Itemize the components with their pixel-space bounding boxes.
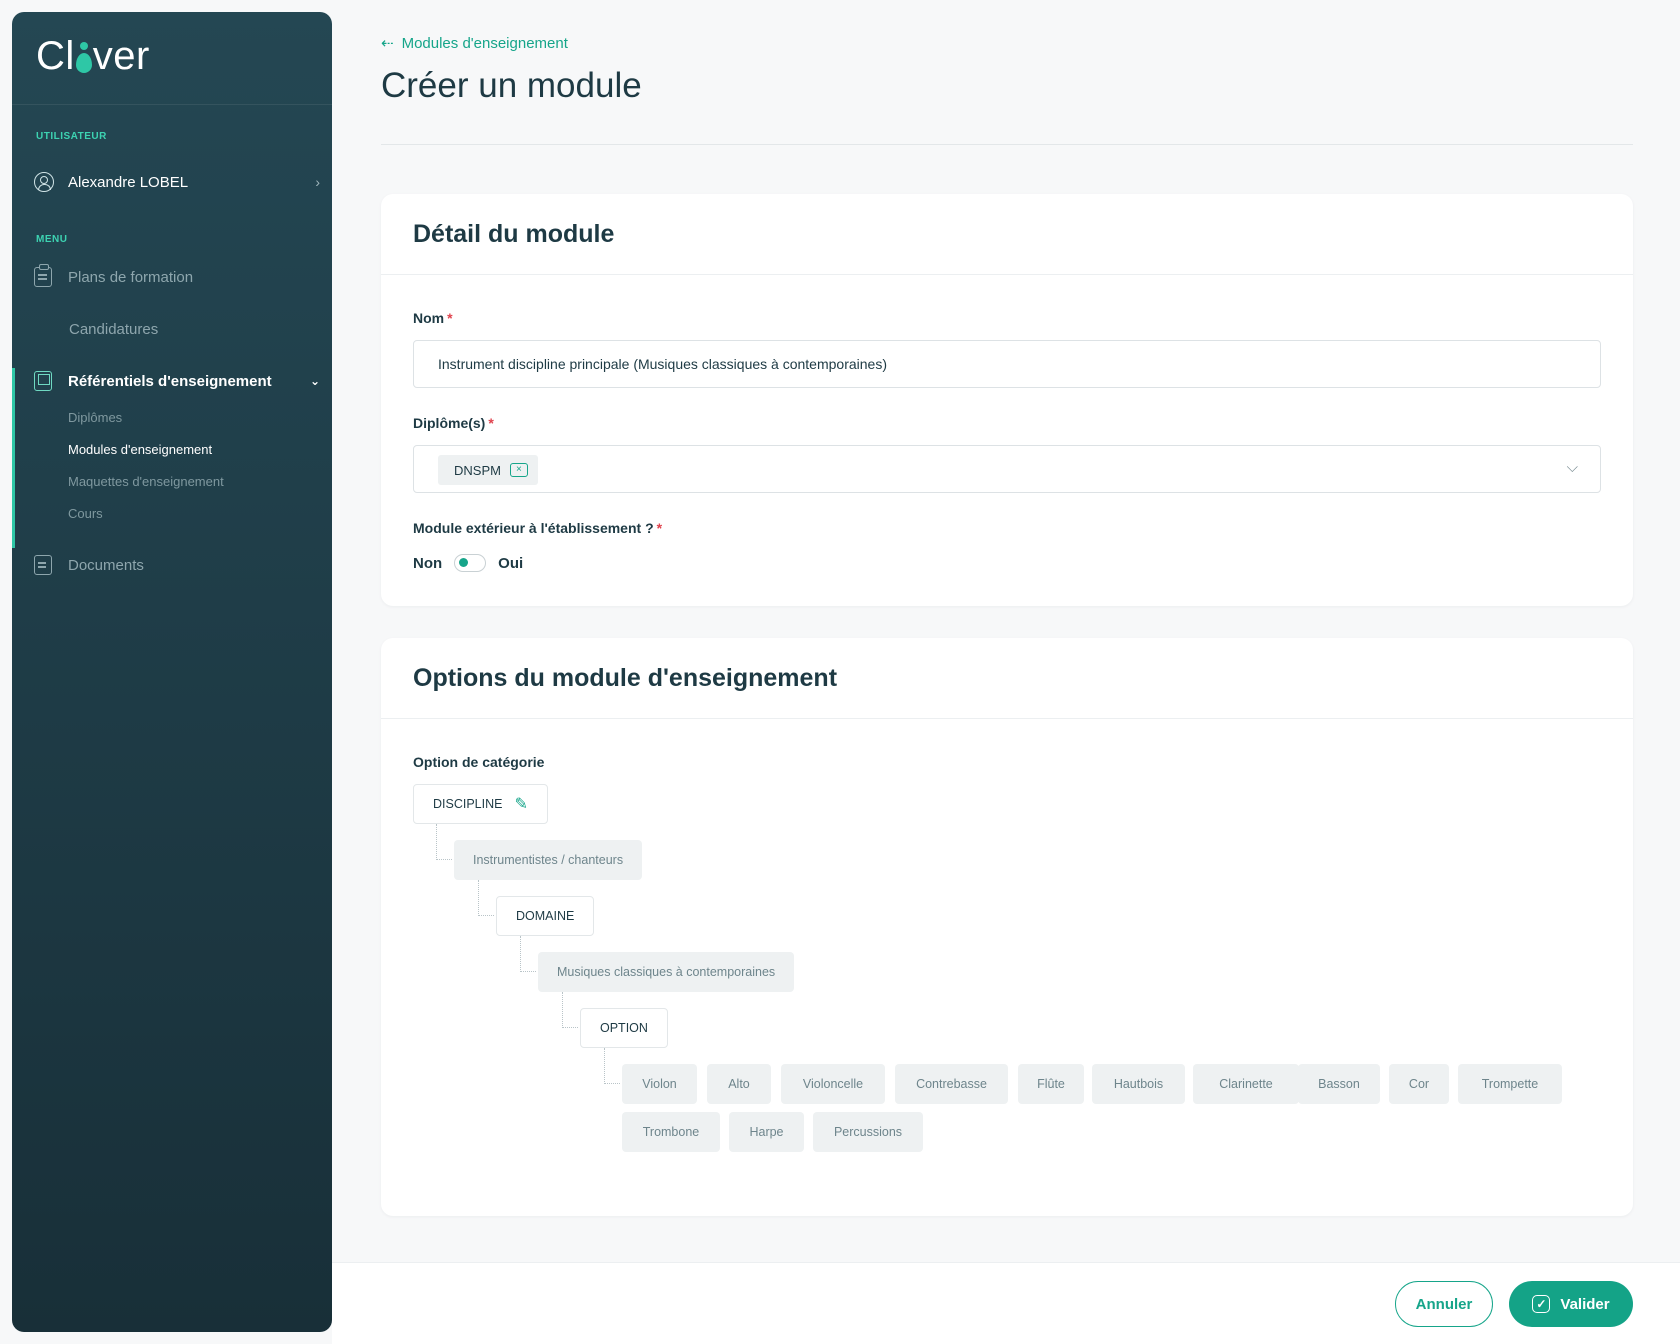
option-pill: Contrebasse [895,1064,1008,1104]
option-pill: Violoncelle [781,1064,885,1104]
user-profile-link[interactable]: Alexandre LOBEL › [34,164,320,200]
user-name: Alexandre LOBEL [68,173,189,191]
external-label-text: Module extérieur à l'établissement ? [413,520,654,536]
option-pill: Hautbois [1092,1064,1185,1104]
tree-node-label: DISCIPLINE [433,797,503,811]
tree-connector [520,936,536,972]
sidebar-item-documents[interactable]: Documents [34,545,320,585]
chevron-down-icon: ⌵ [1566,459,1578,476]
page-title: Créer un module [381,66,642,105]
logo-text-right: ver [92,34,150,78]
sidebar-subitem-cours[interactable]: Cours [68,506,103,521]
diplomas-select[interactable]: DNSPM × ⌵ [413,445,1601,493]
logo-divider [12,104,332,105]
name-label-text: Nom [413,310,445,326]
remove-chip-icon[interactable]: × [509,463,528,477]
required-mark: * [488,415,494,431]
check-icon: ✓ [1532,1295,1551,1313]
sidebar-item-candidatures[interactable]: Candidatures [34,309,320,349]
option-pill: Percussions [813,1112,923,1152]
toggle-off-label: Non [413,554,443,572]
sidebar-item-label: Documents [68,556,144,574]
chevron-right-icon: › [315,174,320,190]
validate-button[interactable]: ✓ Valider [1509,1281,1633,1327]
tree-node-discipline: DISCIPLINE ✎ [413,784,548,824]
sidebar-item-plans-de-formation[interactable]: Plans de formation [34,257,320,297]
back-arrow-icon: ⇠ [381,35,394,52]
name-input[interactable] [413,340,1601,388]
option-pill: Clarinette [1193,1064,1299,1104]
module-options-title: Options du module d'enseignement [413,664,838,692]
tree-node-domaine-value: Musiques classiques à contemporaines [538,952,795,992]
chevron-down-icon: ⌄ [309,374,320,388]
sidebar-item-label: Référentiels d'enseignement [68,372,272,390]
diplomas-label-text: Diplôme(s) [413,415,486,431]
logo-text-left: Cl [36,34,75,78]
required-mark: * [447,310,453,326]
edit-pencil-icon[interactable]: ✎ [514,794,527,814]
option-pill: Basson [1298,1064,1380,1104]
option-pill: Trompette [1458,1064,1562,1104]
breadcrumb[interactable]: ⇠ Modules d'enseignement [381,34,568,53]
user-avatar-icon [34,172,54,192]
sidebar-subitem-maquettes[interactable]: Maquettes d'enseignement [68,474,224,489]
sidebar-item-label: Candidatures [69,320,159,338]
option-pill: Flûte [1018,1064,1084,1104]
tree-connector [478,880,494,916]
tree-node-domaine: DOMAINE [496,896,595,936]
tree-node-discipline-value: Instrumentistes / chanteurs [454,840,643,880]
clipboard-icon [34,264,52,287]
leaf-icon [75,41,92,73]
diploma-chip: DNSPM × [438,455,538,485]
cancel-button[interactable]: Annuler [1395,1281,1493,1327]
menu-section-label: MENU [36,234,68,245]
diploma-chip-label: DNSPM [454,462,501,478]
tree-connector [436,824,452,860]
diplomas-label: Diplôme(s) * [413,415,494,431]
option-pill: Violon [622,1064,697,1104]
module-detail-title: Détail du module [413,220,615,248]
sidebar-subitem-diplomes[interactable]: Diplômes [68,410,122,425]
card-divider [381,718,1633,719]
tree-node-option: OPTION [580,1008,668,1048]
name-label: Nom * [413,310,453,326]
module-options-card: Options du module d'enseignement Option … [381,638,1633,1216]
option-pill: Cor [1389,1064,1449,1104]
tree-connector [562,992,578,1028]
category-option-label: Option de catégorie [413,754,545,770]
toggle-on-label: Oui [498,554,524,572]
card-divider [381,274,1633,275]
active-indicator [12,368,15,548]
document-icon [34,555,52,575]
sidebar-subitem-modules[interactable]: Modules d'enseignement [68,442,212,457]
toggle-knob [459,558,469,567]
sidebar: Cl ver UTILISATEUR Alexandre LOBEL › MENU… [12,12,332,1332]
breadcrumb-label: Modules d'enseignement [401,34,568,52]
tree-connector [604,1048,620,1084]
option-pill: Harpe [729,1112,804,1152]
user-section-label: UTILISATEUR [36,131,107,142]
sidebar-item-label: Plans de formation [68,268,194,286]
book-icon [34,371,52,391]
title-divider [381,144,1633,145]
required-mark: * [656,520,663,536]
external-label: Module extérieur à l'établissement ? * [413,520,662,536]
external-toggle[interactable] [454,554,487,572]
clover-logo[interactable]: Cl ver [36,34,150,79]
validate-button-label: Valider [1560,1295,1610,1313]
sidebar-item-referentiels[interactable]: Référentiels d'enseignement ⌄ [34,361,320,401]
external-toggle-row: Non Oui [413,554,523,572]
module-detail-card: Détail du module Nom* Diplôme(s)* DNSPM … [381,194,1633,606]
option-pill: Alto [707,1064,771,1104]
option-pill: Trombone [622,1112,720,1152]
